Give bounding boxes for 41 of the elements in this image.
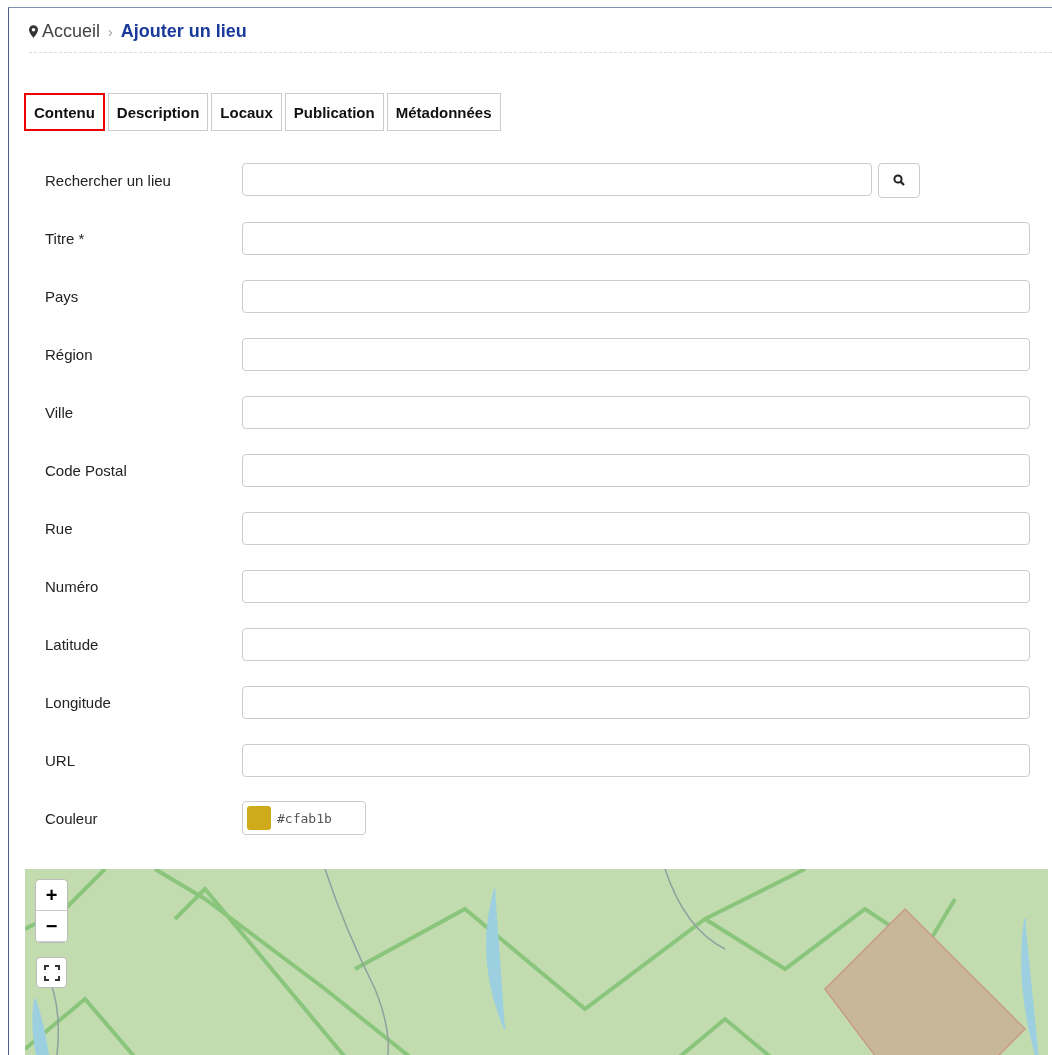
text-field[interactable] <box>242 511 1030 545</box>
zoom-out-button[interactable]: − <box>36 911 67 942</box>
text-field[interactable] <box>242 685 1030 719</box>
field-label: Ville <box>44 403 75 421</box>
text-field[interactable] <box>242 453 1030 487</box>
tab[interactable]: Publication <box>284 93 384 131</box>
field-label: Région <box>44 345 94 363</box>
text-field[interactable] <box>242 395 1030 429</box>
zoom-in-button[interactable]: + <box>36 880 67 911</box>
text-field[interactable] <box>242 279 1030 313</box>
search-field[interactable] <box>242 162 872 196</box>
text-field[interactable] <box>242 221 1030 255</box>
tab[interactable]: Contenu <box>24 93 105 131</box>
field-label: Titre * <box>44 229 86 247</box>
tab[interactable]: Description <box>107 93 209 131</box>
field-label: Rue <box>44 519 74 537</box>
text-field[interactable] <box>242 743 1030 777</box>
map-pin-icon <box>29 25 38 38</box>
field-label: Numéro <box>44 577 100 595</box>
text-field[interactable] <box>242 569 1030 603</box>
fullscreen-button[interactable] <box>36 957 67 988</box>
field-label: Longitude <box>44 693 112 711</box>
search-button[interactable] <box>878 162 920 198</box>
tab[interactable]: Métadonnées <box>386 93 501 131</box>
text-field[interactable] <box>242 627 1030 661</box>
fullscreen-icon <box>43 964 60 981</box>
field-label: Latitude <box>44 635 100 653</box>
field-label: URL <box>44 751 76 769</box>
field-label: Code Postal <box>44 461 128 479</box>
search-icon <box>893 174 905 186</box>
color-value: #cfab1b <box>277 810 332 826</box>
page-title: Ajouter un lieu <box>120 21 247 42</box>
text-field[interactable] <box>242 337 1030 371</box>
field-label: Rechercher un lieu <box>44 171 172 189</box>
field-label: Pays <box>44 287 80 305</box>
breadcrumb-separator: › <box>108 23 113 40</box>
map-drawing[interactable]: + − <box>25 869 1048 1055</box>
color-field[interactable]: #cfab1b <box>242 801 366 835</box>
home-link[interactable]: Accueil <box>42 21 101 42</box>
field-label: Couleur <box>44 809 99 827</box>
tab[interactable]: Locaux <box>211 93 282 131</box>
